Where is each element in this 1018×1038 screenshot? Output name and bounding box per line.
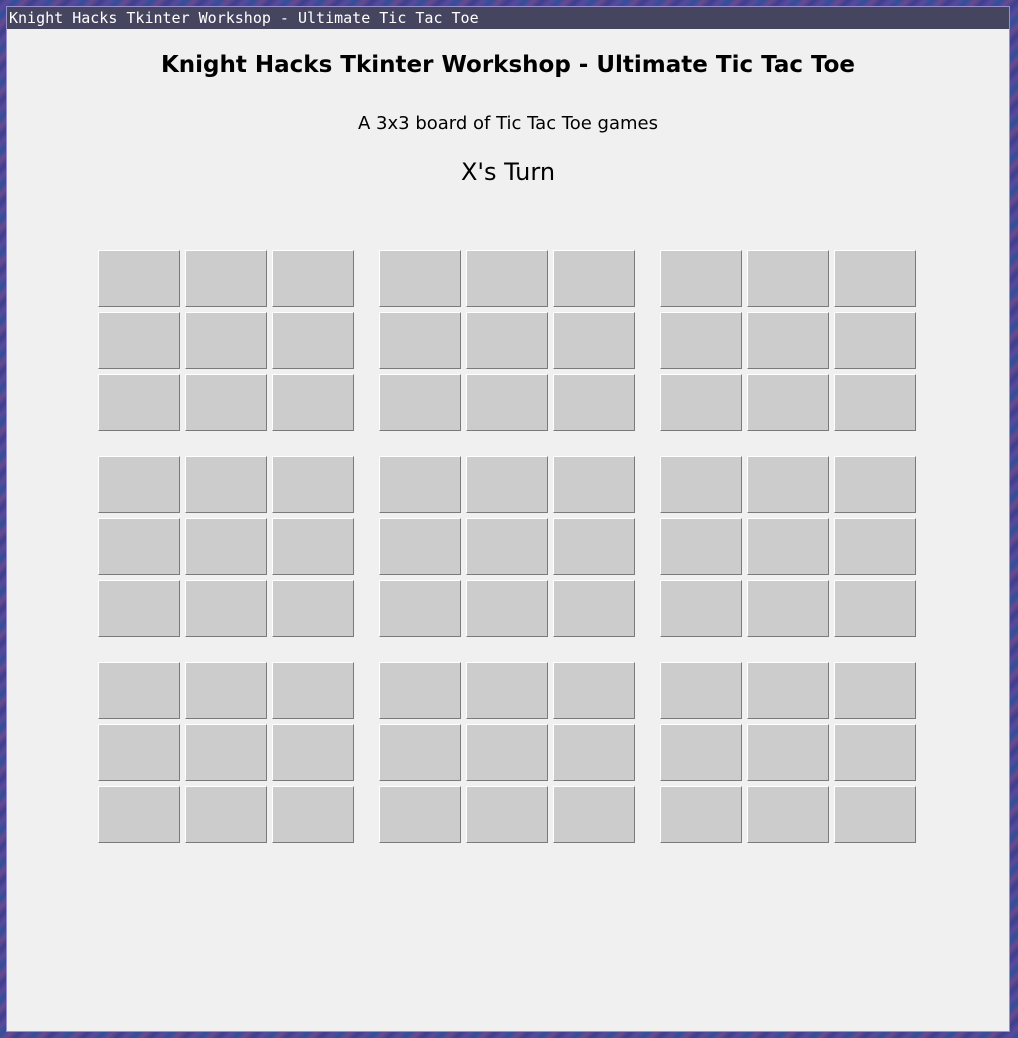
cell-button[interactable]: [379, 580, 461, 637]
cell-button[interactable]: [834, 312, 916, 369]
cell-button[interactable]: [272, 580, 354, 637]
cell-button[interactable]: [660, 580, 742, 637]
cell-button[interactable]: [379, 786, 461, 843]
window-titlebar[interactable]: Knight Hacks Tkinter Workshop - Ultimate…: [7, 7, 1009, 29]
cell-button[interactable]: [660, 662, 742, 719]
page-subtitle: A 3x3 board of Tic Tac Toe games: [358, 113, 658, 134]
cell-button[interactable]: [466, 250, 548, 307]
cell-button[interactable]: [466, 518, 548, 575]
cell-button[interactable]: [466, 312, 548, 369]
cell-button[interactable]: [185, 456, 267, 513]
cell-button[interactable]: [272, 312, 354, 369]
cell-button[interactable]: [379, 312, 461, 369]
cell-button[interactable]: [466, 662, 548, 719]
cell-button[interactable]: [466, 786, 548, 843]
cell-button[interactable]: [272, 250, 354, 307]
cell-button[interactable]: [834, 786, 916, 843]
cell-button[interactable]: [747, 374, 829, 431]
cell-button[interactable]: [98, 374, 180, 431]
cell-button[interactable]: [660, 724, 742, 781]
cell-button[interactable]: [660, 374, 742, 431]
cell-button[interactable]: [660, 786, 742, 843]
cell-button[interactable]: [834, 250, 916, 307]
cell-button[interactable]: [660, 250, 742, 307]
cell-button[interactable]: [98, 250, 180, 307]
cell-button[interactable]: [553, 312, 635, 369]
cell-button[interactable]: [834, 662, 916, 719]
cell-button[interactable]: [98, 662, 180, 719]
cell-button[interactable]: [98, 786, 180, 843]
cell-button[interactable]: [553, 250, 635, 307]
cell-button[interactable]: [747, 786, 829, 843]
cell-button[interactable]: [553, 662, 635, 719]
cell-button[interactable]: [747, 456, 829, 513]
cell-button[interactable]: [553, 374, 635, 431]
cell-button[interactable]: [185, 250, 267, 307]
cell-button[interactable]: [834, 580, 916, 637]
cell-button[interactable]: [466, 456, 548, 513]
cell-button[interactable]: [834, 456, 916, 513]
cell-button[interactable]: [98, 312, 180, 369]
turn-indicator: X's Turn: [460, 158, 556, 186]
cell-button[interactable]: [98, 456, 180, 513]
cell-button[interactable]: [185, 662, 267, 719]
cell-button[interactable]: [553, 724, 635, 781]
cell-button[interactable]: [379, 518, 461, 575]
cell-button[interactable]: [834, 724, 916, 781]
cell-button[interactable]: [185, 518, 267, 575]
cell-button[interactable]: [185, 374, 267, 431]
cell-button[interactable]: [466, 724, 548, 781]
cell-button[interactable]: [185, 580, 267, 637]
cell-button[interactable]: [272, 662, 354, 719]
cell-button[interactable]: [660, 312, 742, 369]
cell-button[interactable]: [747, 580, 829, 637]
cell-button[interactable]: [747, 312, 829, 369]
cell-button[interactable]: [98, 724, 180, 781]
cell-button[interactable]: [379, 374, 461, 431]
cell-button[interactable]: [98, 580, 180, 637]
cell-button[interactable]: [272, 456, 354, 513]
cell-button[interactable]: [553, 786, 635, 843]
cell-button[interactable]: [660, 518, 742, 575]
cell-button[interactable]: [466, 374, 548, 431]
page-title: Knight Hacks Tkinter Workshop - Ultimate…: [160, 52, 856, 78]
cell-button[interactable]: [747, 250, 829, 307]
cell-button[interactable]: [379, 250, 461, 307]
cell-button[interactable]: [660, 456, 742, 513]
cell-button[interactable]: [747, 724, 829, 781]
cell-button[interactable]: [747, 662, 829, 719]
cell-button[interactable]: [379, 724, 461, 781]
cell-button[interactable]: [553, 456, 635, 513]
cell-button[interactable]: [272, 724, 354, 781]
cell-button[interactable]: [379, 456, 461, 513]
cell-button[interactable]: [185, 786, 267, 843]
cell-button[interactable]: [185, 724, 267, 781]
cell-button[interactable]: [185, 312, 267, 369]
cell-button[interactable]: [747, 518, 829, 575]
cell-button[interactable]: [272, 518, 354, 575]
cell-button[interactable]: [553, 518, 635, 575]
cell-button[interactable]: [379, 662, 461, 719]
cell-button[interactable]: [834, 518, 916, 575]
cell-button[interactable]: [272, 374, 354, 431]
cell-button[interactable]: [272, 786, 354, 843]
cell-button[interactable]: [553, 580, 635, 637]
app-window: Knight Hacks Tkinter Workshop - Ultimate…: [6, 6, 1010, 1032]
cell-button[interactable]: [98, 518, 180, 575]
cell-button[interactable]: [466, 580, 548, 637]
cell-button[interactable]: [834, 374, 916, 431]
